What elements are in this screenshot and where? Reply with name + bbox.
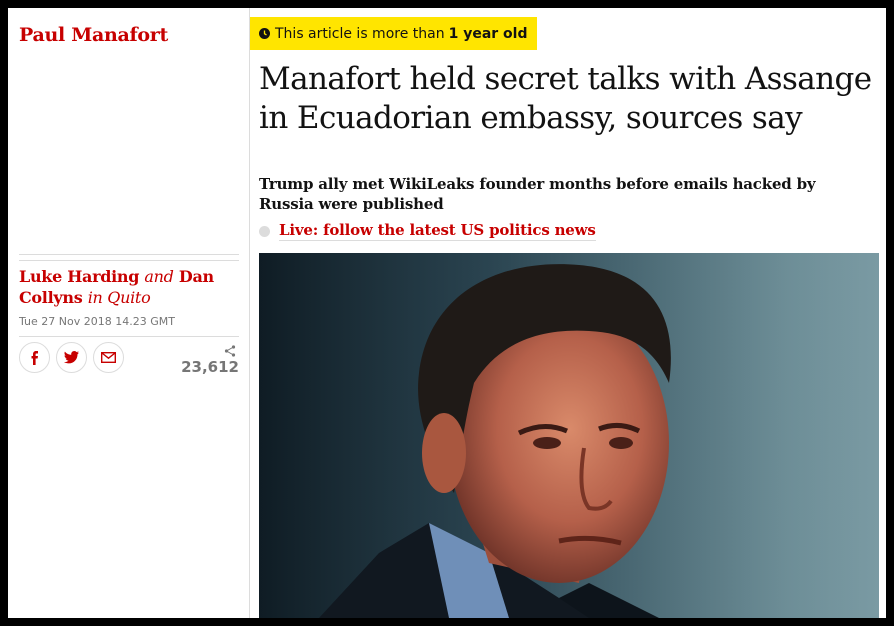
publish-date: Tue 27 Nov 2018 14.23 GMT bbox=[19, 315, 175, 328]
byline-location: in Quito bbox=[87, 288, 151, 307]
share-facebook-button[interactable] bbox=[19, 342, 50, 373]
article-age-badge: This article is more than 1 year old bbox=[250, 17, 537, 50]
clock-icon bbox=[259, 28, 270, 39]
live-blog-link[interactable]: Live: follow the latest US politics news bbox=[259, 221, 596, 241]
portrait-illustration bbox=[259, 253, 879, 618]
facebook-icon bbox=[31, 350, 38, 365]
live-blog-link-text[interactable]: Live: follow the latest US politics news bbox=[279, 221, 596, 241]
article-main-image bbox=[259, 253, 879, 618]
article-headline: Manafort held secret talks with Assange … bbox=[259, 61, 872, 136]
browser-page: Paul Manafort Luke Harding and Dan Colly… bbox=[8, 8, 886, 618]
age-notice-bold: 1 year old bbox=[448, 25, 528, 42]
author-link[interactable]: Luke Harding bbox=[19, 267, 139, 286]
byline-conjunction: and bbox=[144, 267, 174, 286]
age-notice-text: This article is more than bbox=[275, 25, 445, 42]
share-email-button[interactable] bbox=[93, 342, 124, 373]
article-standfirst: Trump ally met WikiLeaks founder months … bbox=[259, 175, 816, 213]
share-count: 23,612 bbox=[181, 358, 239, 376]
article-meta-column: Paul Manafort Luke Harding and Dan Colly… bbox=[8, 8, 250, 618]
share-twitter-button[interactable] bbox=[56, 342, 87, 373]
byline: Luke Harding and Dan Collyns in Quito bbox=[19, 266, 244, 308]
email-icon bbox=[101, 352, 116, 363]
article-main: This article is more than 1 year old Man… bbox=[250, 8, 886, 618]
share-icon bbox=[224, 345, 236, 357]
twitter-icon bbox=[64, 351, 79, 364]
live-dot-icon bbox=[259, 225, 270, 237]
divider bbox=[19, 254, 239, 261]
divider bbox=[19, 336, 239, 337]
section-link[interactable]: Paul Manafort bbox=[19, 24, 168, 46]
